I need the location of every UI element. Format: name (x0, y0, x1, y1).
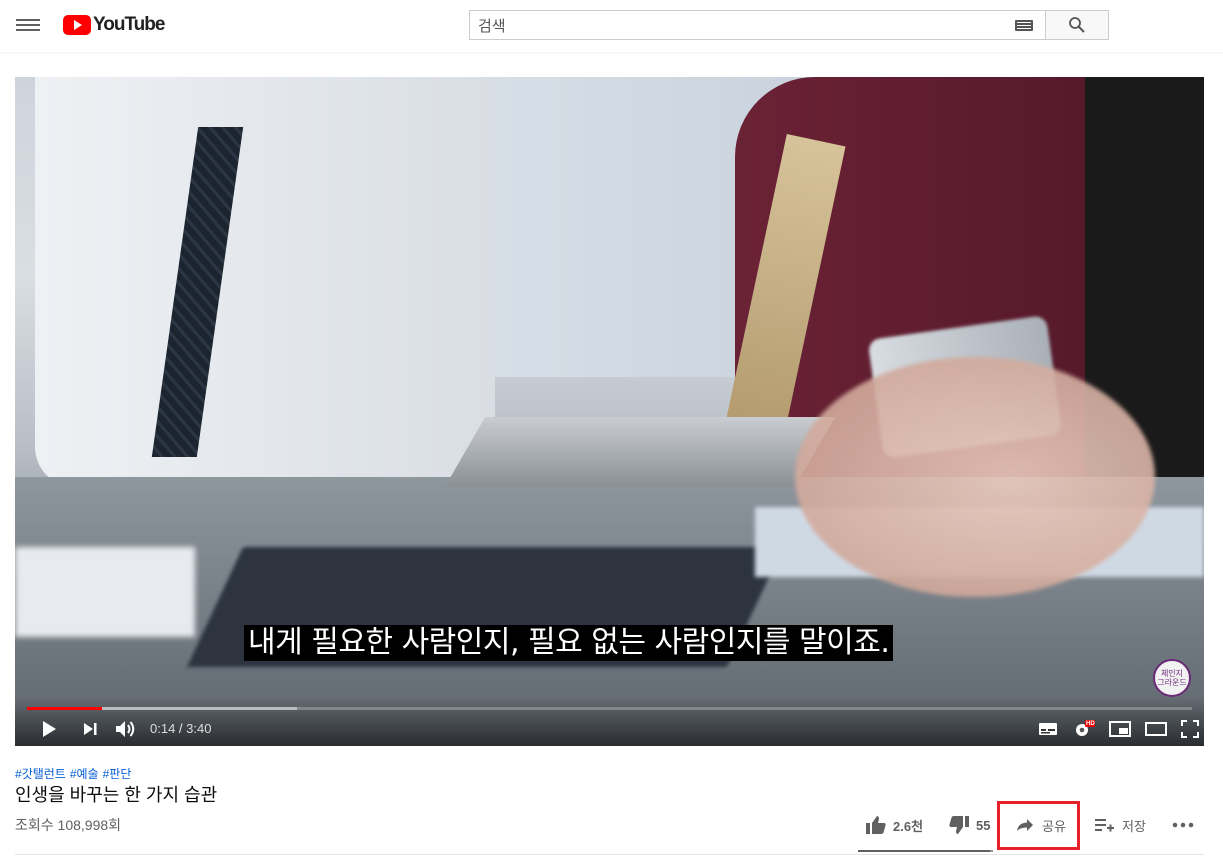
dislike-count: 55 (976, 817, 991, 833)
progress-bar[interactable] (27, 707, 1192, 710)
hashtag-link[interactable]: #예술 (70, 767, 99, 781)
masthead: YouTube 검색 (0, 0, 1223, 52)
more-actions-button[interactable] (1172, 807, 1194, 843)
like-button[interactable]: 2.6천 (865, 807, 923, 843)
more-horizontal-icon (1172, 822, 1194, 828)
view-count: 조회수 108,998회 (15, 817, 122, 833)
fullscreen-button[interactable] (1177, 717, 1203, 741)
time-current: 0:14 (150, 721, 176, 736)
progress-played (27, 707, 102, 710)
theater-icon (1145, 722, 1167, 736)
hashtag-link[interactable]: #판단 (103, 767, 132, 781)
miniplayer-button[interactable] (1107, 717, 1133, 741)
miniplayer-icon (1109, 721, 1131, 737)
menu-icon[interactable] (16, 16, 40, 36)
next-button[interactable] (77, 717, 103, 741)
save-button[interactable]: 저장 (1094, 807, 1146, 843)
hashtag-link[interactable]: #갓탤런트 (15, 767, 66, 781)
dislike-button[interactable]: 55 (948, 807, 990, 843)
subtitles-icon (1039, 723, 1057, 735)
sentiment-like-fill (858, 850, 991, 852)
section-divider (15, 854, 1204, 855)
video-title: 인생을 바꾸는 한 가지 습관 (15, 785, 218, 805)
search-icon (1069, 17, 1085, 33)
play-button[interactable] (35, 717, 63, 741)
channel-watermark[interactable]: 체인지 그라운드 (1153, 659, 1191, 697)
video-player[interactable]: 내게 필요한 사람인지, 필요 없는 사람인지를 말이죠. 체인지 그라운드 0… (15, 77, 1204, 746)
keyboard-icon[interactable] (1015, 20, 1033, 31)
search-placeholder: 검색 (478, 17, 506, 35)
search-button[interactable] (1045, 10, 1109, 40)
volume-button[interactable] (113, 717, 139, 741)
save-label: 저장 (1122, 818, 1146, 834)
settings-button[interactable]: HD (1071, 717, 1097, 741)
hd-badge: HD (1086, 721, 1095, 727)
time-total: 3:40 (186, 721, 212, 736)
fullscreen-icon (1181, 720, 1199, 738)
thumbs-down-icon (949, 816, 969, 834)
hashtag-list: #갓탤런트 #예술 #판단 (15, 765, 135, 782)
subtitles-button[interactable] (1035, 717, 1061, 741)
search-bar: 검색 (469, 10, 1109, 40)
like-count: 2.6천 (893, 818, 924, 834)
next-icon (84, 723, 97, 735)
highlight-box (997, 801, 1080, 850)
thumbs-up-icon (866, 816, 886, 834)
youtube-play-icon (63, 15, 91, 35)
time-display: 0:14 / 3:40 (150, 721, 212, 736)
sentiment-bar (858, 850, 993, 852)
search-input[interactable]: 검색 (469, 10, 1045, 40)
youtube-logo[interactable]: YouTube (63, 14, 165, 36)
logo-text: YouTube (93, 14, 165, 35)
theater-mode-button[interactable] (1143, 717, 1169, 741)
play-icon (43, 721, 56, 737)
playlist-add-icon (1095, 819, 1114, 832)
caption-text: 내게 필요한 사람인지, 필요 없는 사람인지를 말이죠. (244, 625, 894, 661)
volume-icon (116, 721, 135, 737)
